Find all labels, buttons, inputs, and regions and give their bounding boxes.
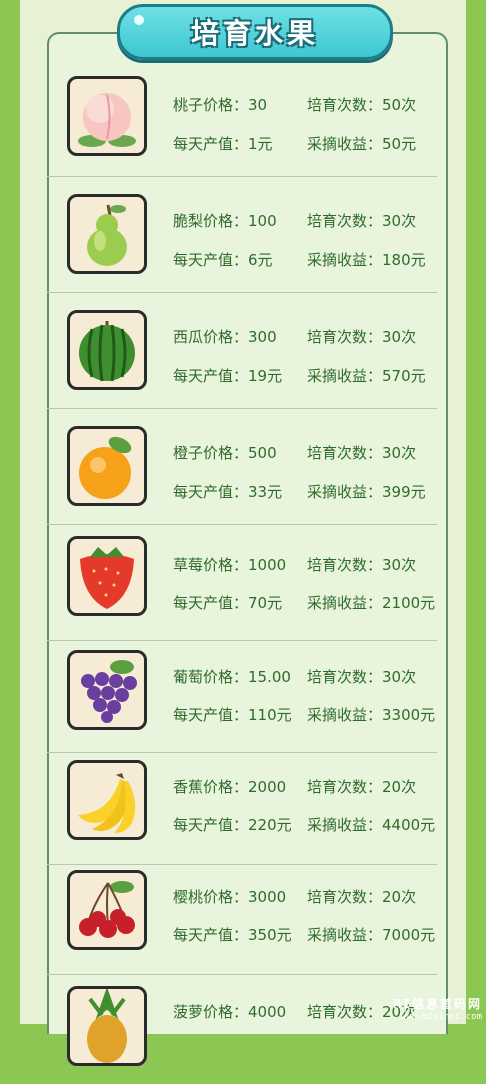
fruit-times: 培育次数：30次	[307, 556, 417, 574]
fruit-harvest: 采摘收益：3300元	[307, 706, 436, 724]
peach-icon	[67, 76, 147, 156]
fruit-harvest: 采摘收益：570元	[307, 367, 426, 385]
fruit-name-price: 西瓜价格：300	[173, 328, 277, 346]
title-banner: 培育水果	[117, 4, 393, 60]
fruit-name-price: 草莓价格：1000	[173, 556, 287, 574]
watermelon-icon	[67, 310, 147, 390]
fruit-name-price: 樱桃价格：3000	[173, 888, 287, 906]
fruit-row-grapes[interactable]: 葡萄价格：15.00 培育次数：30次 每天产值：110元 采摘收益：3300元	[47, 636, 437, 753]
fruit-harvest: 采摘收益：180元	[307, 251, 426, 269]
fruit-name-price: 桃子价格：30	[173, 96, 268, 114]
fruit-name-price: 葡萄价格：15.00	[173, 668, 291, 686]
watermark-url: www.mixinxi.com	[400, 1012, 482, 1022]
fruit-row-pineapple[interactable]: 菠萝价格：4000 培育次数：20次	[47, 968, 437, 1084]
fruit-row-cherry[interactable]: 樱桃价格：3000 培育次数：20次 每天产值：350元 采摘收益：7000元	[47, 858, 437, 975]
fruit-harvest: 采摘收益：7000元	[307, 926, 436, 944]
fruit-daily: 每天产值：220元	[173, 816, 292, 834]
fruit-times: 培育次数：20次	[307, 888, 417, 906]
fruit-row-peach[interactable]: 桃子价格：30 培育次数：50次 每天产值：1元 采摘收益：50元	[47, 60, 437, 177]
pear-icon	[67, 194, 147, 274]
watermark: MI信息首码网 www.mixinxi.com	[394, 995, 482, 1022]
fruit-harvest: 采摘收益：399元	[307, 483, 426, 501]
watermark-title: MI信息首码网	[393, 997, 482, 1011]
fruit-name-price: 橙子价格：500	[173, 444, 277, 462]
fruit-name-price: 菠萝价格：4000	[173, 1003, 287, 1021]
fruit-daily: 每天产值：110元	[173, 706, 292, 724]
fruit-daily: 每天产值：350元	[173, 926, 292, 944]
banner-shine	[134, 15, 144, 25]
fruit-times: 培育次数：30次	[307, 668, 417, 686]
banana-icon	[67, 760, 147, 840]
fruit-harvest: 采摘收益：2100元	[307, 594, 436, 612]
fruit-row-orange[interactable]: 橙子价格：500 培育次数：30次 每天产值：33元 采摘收益：399元	[47, 408, 437, 525]
fruit-harvest: 采摘收益：50元	[307, 135, 417, 153]
orange-icon	[67, 426, 147, 506]
fruit-row-pear[interactable]: 脆梨价格：100 培育次数：30次 每天产值：6元 采摘收益：180元	[47, 176, 437, 293]
fruit-harvest: 采摘收益：4400元	[307, 816, 436, 834]
fruit-daily: 每天产值：1元	[173, 135, 273, 153]
fruit-row-strawberry[interactable]: 草莓价格：1000 培育次数：30次 每天产值：70元 采摘收益：2100元	[47, 524, 437, 641]
strawberry-icon	[67, 536, 147, 616]
fruit-name-price: 脆梨价格：100	[173, 212, 277, 230]
fruit-times: 培育次数：30次	[307, 444, 417, 462]
fruit-times: 培育次数：50次	[307, 96, 417, 114]
page-title: 培育水果	[190, 17, 319, 50]
fruit-times: 培育次数：20次	[307, 778, 417, 796]
fruit-daily: 每天产值：70元	[173, 594, 283, 612]
fruit-times: 培育次数：30次	[307, 212, 417, 230]
fruit-daily: 每天产值：19元	[173, 367, 283, 385]
fruit-row-watermelon[interactable]: 西瓜价格：300 培育次数：30次 每天产值：19元 采摘收益：570元	[47, 292, 437, 409]
fruit-name-price: 香蕉价格：2000	[173, 778, 287, 796]
grapes-icon	[67, 650, 147, 730]
pineapple-icon	[67, 986, 147, 1066]
cherry-icon	[67, 870, 147, 950]
fruit-row-banana[interactable]: 香蕉价格：2000 培育次数：20次 每天产值：220元 采摘收益：4400元	[47, 748, 437, 865]
fruit-daily: 每天产值：6元	[173, 251, 273, 269]
fruit-times: 培育次数：30次	[307, 328, 417, 346]
fruit-daily: 每天产值：33元	[173, 483, 283, 501]
